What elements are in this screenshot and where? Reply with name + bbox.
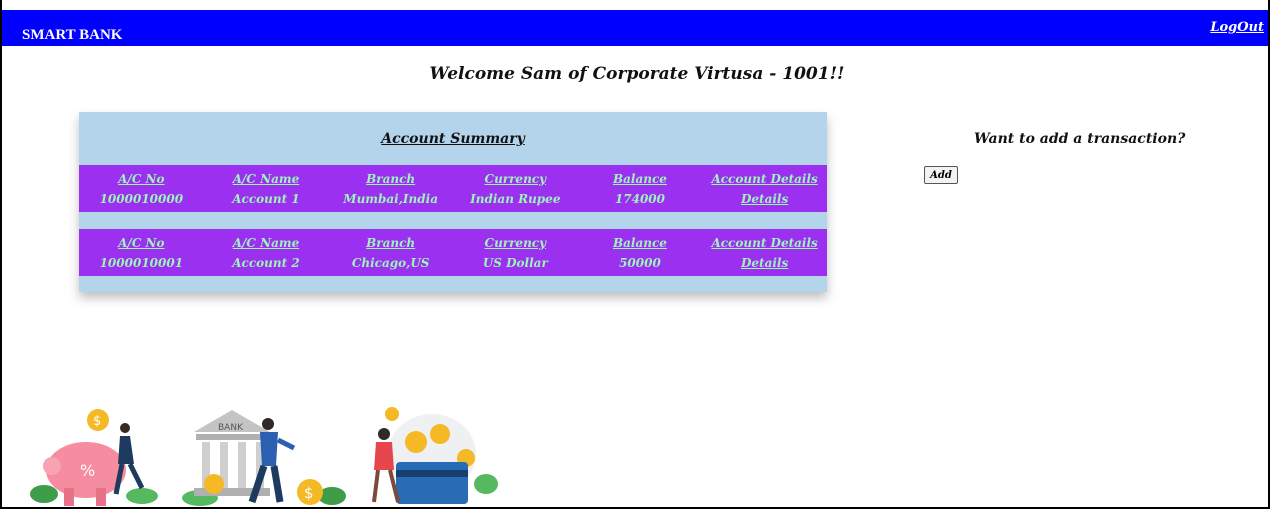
coin-icon: [385, 407, 399, 421]
balance-header: Balance: [612, 171, 667, 186]
balance-column: Balance 50000: [578, 233, 702, 273]
account-summary-title: Account Summary: [381, 131, 525, 147]
details-header: Account Details: [711, 171, 818, 186]
leaf-icon: [474, 474, 498, 494]
acname-value: Account 1: [232, 191, 300, 206]
acno-header: A/C No: [118, 171, 165, 186]
balance-header: Balance: [612, 235, 667, 250]
account-summary-panel: Account Summary A/C No 1000010000 A/C Na…: [79, 112, 827, 292]
details-header: Account Details: [711, 235, 818, 250]
account-row: A/C No 1000010000 A/C Name Account 1 Bra…: [79, 165, 827, 212]
woman-figure: [374, 442, 394, 470]
logout-link[interactable]: LogOut: [1210, 20, 1264, 35]
welcome-message: Welcome Sam of Corporate Virtusa - 1001!…: [429, 64, 845, 84]
acname-column: A/C Name Account 1: [204, 169, 328, 209]
currency-column: Currency US Dollar: [453, 233, 577, 273]
add-transaction-prompt: Want to add a transaction?: [974, 131, 1186, 147]
bank-illustration: BANK $: [182, 410, 346, 506]
man-figure: [260, 432, 278, 466]
details-link[interactable]: Details: [703, 253, 827, 273]
leaf-icon: [126, 488, 158, 504]
acname-column: A/C Name Account 2: [204, 233, 328, 273]
currency-value: US Dollar: [482, 255, 548, 270]
bank-sign: BANK: [218, 423, 244, 433]
currency-header: Currency: [484, 171, 547, 186]
account-row: A/C No 1000010001 A/C Name Account 2 Bra…: [79, 229, 827, 276]
balance-value: 50000: [619, 255, 661, 270]
branch-value: Mumbai,India: [343, 191, 438, 206]
coin-icon: [204, 474, 224, 494]
details-column: Account Details Details: [703, 169, 827, 209]
acno-column: A/C No 1000010000: [79, 169, 203, 209]
coin-icon: [405, 431, 427, 453]
acno-header: A/C No: [118, 235, 165, 250]
branch-value: Chicago,US: [351, 255, 430, 270]
woman-figure: [118, 436, 134, 464]
acname-header: A/C Name: [232, 171, 300, 186]
branch-column: Branch Mumbai,India: [329, 169, 453, 209]
add-transaction-button[interactable]: Add: [924, 166, 958, 184]
balance-column: Balance 174000: [578, 169, 702, 209]
currency-column: Currency Indian Rupee: [453, 169, 577, 209]
svg-text:%: %: [80, 461, 95, 480]
branch-header: Branch: [366, 171, 416, 186]
credit-card-illustration: [372, 407, 498, 504]
top-strip: [2, 0, 1268, 10]
branch-column: Branch Chicago,US: [329, 233, 453, 273]
currency-value: Indian Rupee: [470, 191, 561, 206]
branch-header: Branch: [366, 235, 416, 250]
page-frame: SMART BANK LogOut Welcome Sam of Corpora…: [0, 0, 1270, 509]
acno-value: 1000010000: [99, 191, 184, 206]
piggy-bank-illustration: % $: [30, 409, 158, 506]
acno-value: 1000010001: [99, 255, 184, 270]
brand-title: SMART BANK: [22, 27, 123, 43]
details-link[interactable]: Details: [703, 189, 827, 209]
leaf-icon: [30, 485, 58, 503]
svg-text:$: $: [93, 414, 101, 429]
svg-text:$: $: [304, 484, 314, 502]
credit-card-icon: [396, 462, 468, 504]
acname-header: A/C Name: [232, 235, 300, 250]
currency-header: Currency: [484, 235, 547, 250]
navbar: SMART BANK LogOut: [2, 10, 1268, 46]
coin-icon: [430, 424, 450, 444]
details-column: Account Details Details: [703, 233, 827, 273]
acname-value: Account 2: [232, 255, 300, 270]
balance-value: 174000: [614, 191, 665, 206]
acno-column: A/C No 1000010001: [79, 233, 203, 273]
